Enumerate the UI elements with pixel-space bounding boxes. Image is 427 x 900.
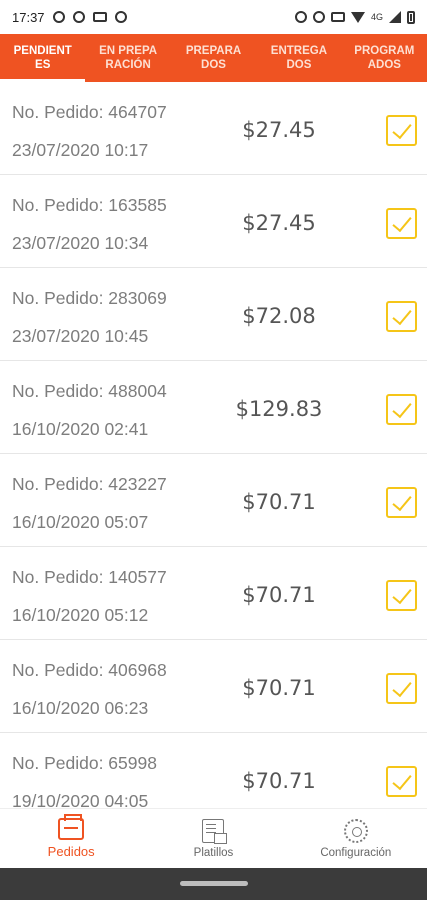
tab-label: PROGRAM ADOS	[354, 45, 415, 71]
nav-configuracion[interactable]: Configuración	[285, 809, 427, 868]
cast-icon	[92, 12, 107, 22]
order-total: $27.45	[242, 211, 316, 235]
tab-entregados[interactable]: ENTREGA DOS	[256, 34, 341, 82]
home-gesture-handle[interactable]	[180, 881, 248, 886]
system-gesture-bar	[0, 868, 427, 900]
order-number: No. Pedido: 464707	[12, 102, 167, 122]
nav-platillos[interactable]: Platillos	[142, 809, 284, 868]
signal-icon	[389, 11, 401, 23]
order-checkbox[interactable]	[386, 580, 417, 611]
status-right: 4G	[294, 10, 415, 24]
tab-preparados[interactable]: PREPARA DOS	[171, 34, 256, 82]
bottom-navigation: Pedidos Platillos Configuración	[0, 808, 427, 868]
at-icon	[52, 11, 65, 23]
order-number: No. Pedido: 423227	[12, 474, 167, 494]
tab-label: EN PREPA RACIÓN	[99, 45, 158, 71]
order-date: 23/07/2020 10:45	[12, 326, 149, 346]
wifi-icon	[350, 11, 365, 23]
order-row[interactable]: No. Pedido: 423227 16/10/2020 05:07 $70.…	[0, 454, 427, 547]
tab-en-preparacion[interactable]: EN PREPA RACIÓN	[85, 34, 170, 82]
order-total: $27.45	[242, 118, 316, 142]
order-total: $70.71	[242, 490, 316, 514]
order-row[interactable]: No. Pedido: 488004 16/10/2020 02:41 $129…	[0, 361, 427, 454]
order-checkbox[interactable]	[386, 115, 417, 146]
nav-label: Configuración	[320, 846, 392, 859]
order-date: 16/10/2020 06:23	[12, 698, 149, 718]
order-total: $129.83	[235, 397, 323, 421]
orders-icon	[58, 814, 85, 840]
order-row[interactable]: No. Pedido: 163585 23/07/2020 10:34 $27.…	[0, 175, 427, 268]
order-total: $72.08	[242, 304, 316, 328]
status-left: 17:37	[12, 10, 127, 25]
order-number: No. Pedido: 140577	[12, 567, 167, 587]
nav-label: Platillos	[193, 846, 234, 859]
order-total: $70.71	[242, 676, 316, 700]
status-bar: 17:37 4G	[0, 0, 427, 34]
order-checkbox[interactable]	[386, 208, 417, 239]
order-row[interactable]: No. Pedido: 140577 16/10/2020 05:12 $70.…	[0, 547, 427, 640]
tab-programados[interactable]: PROGRAM ADOS	[342, 34, 427, 82]
order-row[interactable]: No. Pedido: 464707 23/07/2020 10:17 $27.…	[0, 82, 427, 175]
orders-list[interactable]: No. Pedido: 464707 23/07/2020 10:17 $27.…	[0, 82, 427, 808]
network-label: 4G	[370, 12, 383, 22]
tab-pendientes[interactable]: PENDIENT ES	[0, 34, 86, 82]
order-checkbox[interactable]	[386, 301, 417, 332]
order-number: No. Pedido: 65998	[12, 753, 157, 773]
order-checkbox[interactable]	[386, 487, 417, 518]
order-checkbox[interactable]	[386, 394, 417, 425]
phone-icon	[330, 12, 345, 22]
settings-gear-icon	[343, 818, 368, 843]
order-date: 23/07/2020 10:17	[12, 140, 149, 160]
order-row[interactable]: No. Pedido: 406968 16/10/2020 06:23 $70.…	[0, 640, 427, 733]
order-number: No. Pedido: 283069	[12, 288, 167, 308]
order-row[interactable]: No. Pedido: 65998 19/10/2020 04:05 $70.7…	[0, 733, 427, 808]
order-date: 16/10/2020 02:41	[12, 419, 149, 439]
order-number: No. Pedido: 488004	[12, 381, 167, 401]
order-row[interactable]: No. Pedido: 283069 23/07/2020 10:45 $72.…	[0, 268, 427, 361]
status-time: 17:37	[12, 9, 45, 25]
order-date: 23/07/2020 10:34	[12, 233, 149, 253]
tab-label: ENTREGA DOS	[270, 45, 328, 71]
sync-icon	[72, 11, 85, 23]
order-status-tabs: PENDIENT ES EN PREPA RACIÓN PREPARA DOS …	[0, 34, 427, 82]
order-total: $70.71	[242, 583, 316, 607]
order-date: 16/10/2020 05:07	[12, 512, 149, 532]
order-number: No. Pedido: 163585	[12, 195, 167, 215]
order-checkbox[interactable]	[386, 766, 417, 797]
eye-icon	[312, 11, 325, 23]
order-date: 16/10/2020 05:12	[12, 605, 149, 625]
order-number: No. Pedido: 406968	[12, 660, 167, 680]
nav-pedidos[interactable]: Pedidos	[0, 809, 142, 868]
battery-icon	[407, 10, 415, 24]
alarm-icon	[294, 11, 307, 23]
order-checkbox[interactable]	[386, 673, 417, 704]
order-total: $70.71	[242, 769, 316, 793]
nav-label: Pedidos	[47, 844, 95, 859]
no-disturb-icon	[114, 11, 127, 23]
tab-label: PENDIENT ES	[13, 45, 72, 71]
dishes-icon	[202, 818, 228, 844]
order-date: 19/10/2020 04:05	[12, 791, 149, 808]
tab-label: PREPARA DOS	[185, 45, 242, 71]
